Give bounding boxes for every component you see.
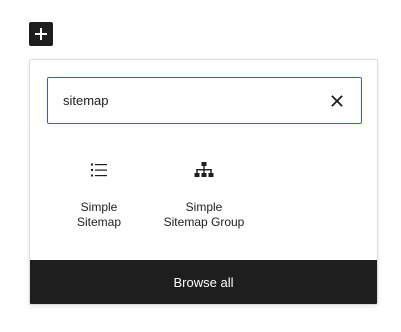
inserter-toggle-button[interactable]: [29, 22, 53, 46]
block-item-simple-sitemap[interactable]: Simple Sitemap: [67, 158, 131, 230]
close-icon: [331, 94, 343, 107]
block-item-label: Simple Sitemap: [76, 200, 122, 229]
block-inserter-panel: Simple Sitemap Simple Sitemap Group Brow…: [29, 59, 378, 305]
clear-search-button[interactable]: [319, 83, 355, 119]
search-box: [47, 77, 362, 124]
sitemap-icon: [192, 158, 216, 182]
block-item-simple-sitemap-group[interactable]: Simple Sitemap Group: [156, 158, 252, 230]
block-item-label: Simple Sitemap Group: [163, 200, 245, 229]
plus-icon: [35, 28, 47, 40]
search-input[interactable]: [48, 78, 319, 123]
browse-all-button[interactable]: Browse all: [30, 260, 377, 304]
list-icon: [87, 158, 111, 182]
